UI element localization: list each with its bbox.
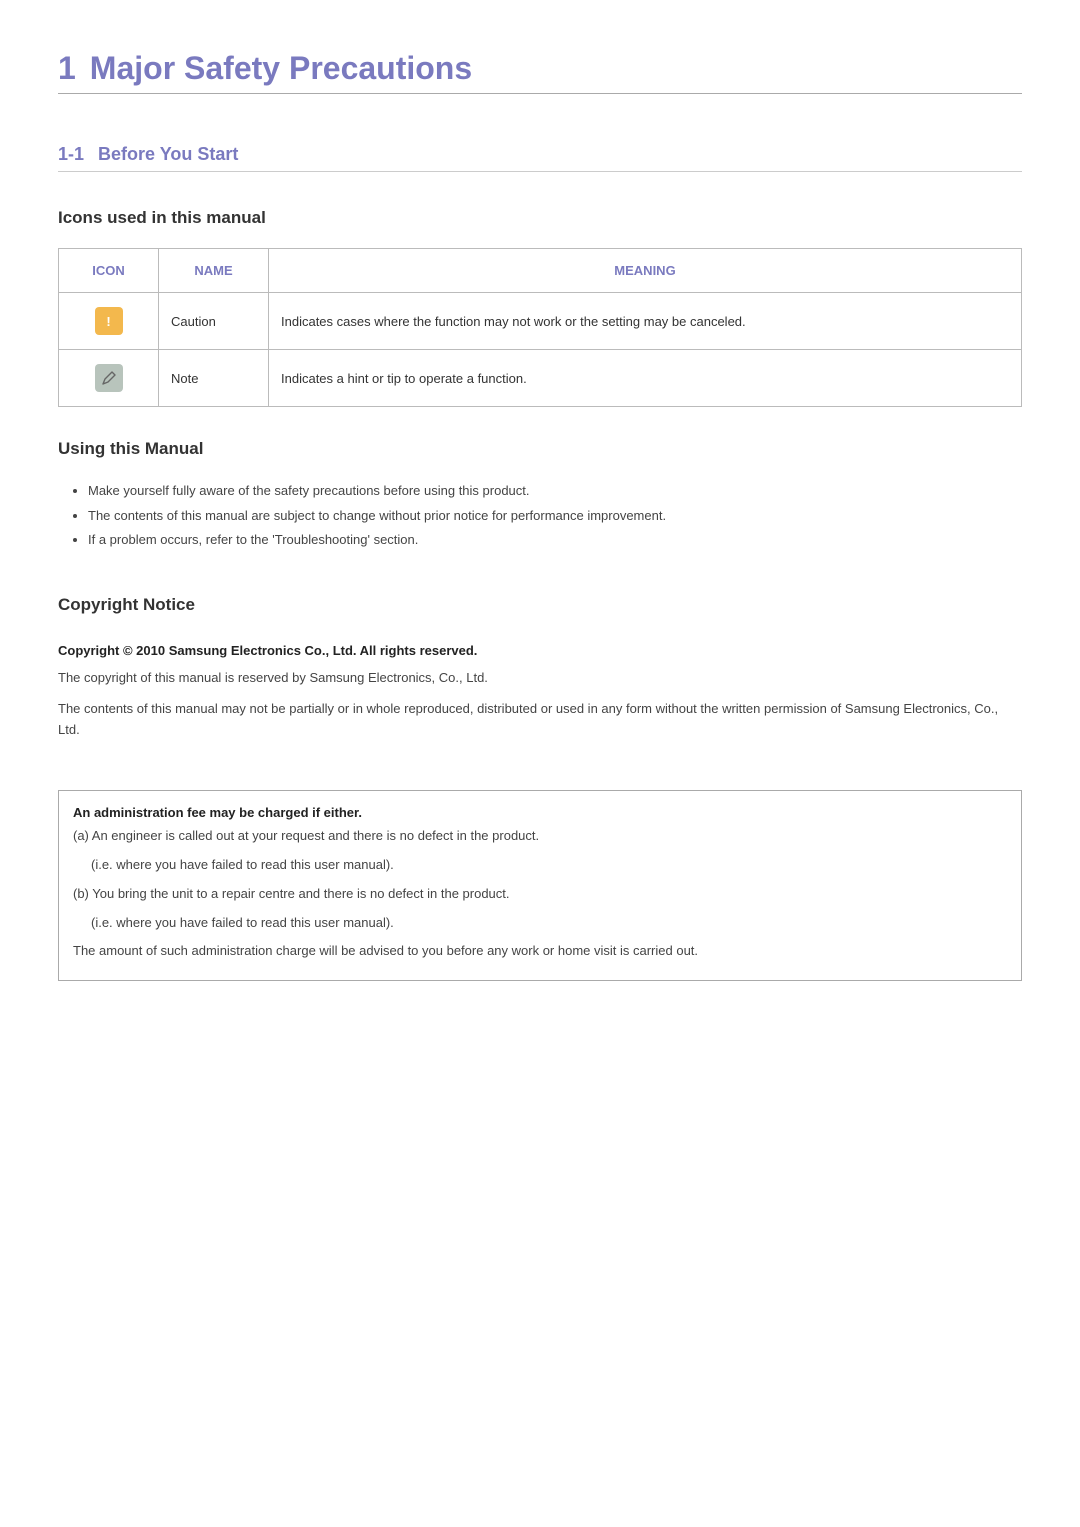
table-row: ! Caution Indicates cases where the func…	[59, 293, 1022, 350]
table-header-row: ICON NAME MEANING	[59, 249, 1022, 293]
pencil-icon	[101, 370, 117, 386]
list-item: The contents of this manual are subject …	[88, 504, 1022, 529]
icons-table-heading: Icons used in this manual	[58, 208, 1022, 228]
copyright-heading: Copyright Notice	[58, 595, 1022, 615]
fee-line-b-sub: (i.e. where you have failed to read this…	[73, 911, 1007, 936]
note-icon	[95, 364, 123, 392]
copyright-paragraph: The contents of this manual may not be p…	[58, 699, 1022, 741]
icon-cell: !	[59, 293, 159, 350]
icons-table: ICON NAME MEANING ! Caution Indicates ca…	[58, 248, 1022, 407]
fee-line-final: The amount of such administration charge…	[73, 939, 1007, 964]
list-item: Make yourself fully aware of the safety …	[88, 479, 1022, 504]
using-manual-heading: Using this Manual	[58, 439, 1022, 459]
icon-meaning: Indicates cases where the function may n…	[269, 293, 1022, 350]
section-title: 1-1 Before You Start	[58, 144, 1022, 172]
icon-meaning: Indicates a hint or tip to operate a fun…	[269, 350, 1022, 407]
table-row: Note Indicates a hint or tip to operate …	[59, 350, 1022, 407]
chapter-number: 1	[58, 50, 76, 86]
icon-name: Note	[159, 350, 269, 407]
fee-line-a-sub: (i.e. where you have failed to read this…	[73, 853, 1007, 878]
fee-box-heading: An administration fee may be charged if …	[73, 805, 1007, 820]
using-manual-list: Make yourself fully aware of the safety …	[58, 479, 1022, 553]
section-title-text: Before You Start	[98, 144, 238, 164]
col-meaning: MEANING	[269, 249, 1022, 293]
icon-name: Caution	[159, 293, 269, 350]
col-icon: ICON	[59, 249, 159, 293]
copyright-bold-line: Copyright © 2010 Samsung Electronics Co.…	[58, 643, 1022, 658]
caution-icon: !	[95, 307, 123, 335]
list-item: If a problem occurs, refer to the 'Troub…	[88, 528, 1022, 553]
admin-fee-box: An administration fee may be charged if …	[58, 790, 1022, 980]
fee-line-a: (a) An engineer is called out at your re…	[73, 824, 1007, 849]
col-name: NAME	[159, 249, 269, 293]
chapter-title: 1 Major Safety Precautions	[58, 50, 1022, 94]
chapter-title-text: Major Safety Precautions	[90, 50, 472, 86]
copyright-paragraph: The copyright of this manual is reserved…	[58, 668, 1022, 689]
fee-line-b: (b) You bring the unit to a repair centr…	[73, 882, 1007, 907]
icon-cell	[59, 350, 159, 407]
section-number: 1-1	[58, 144, 84, 164]
